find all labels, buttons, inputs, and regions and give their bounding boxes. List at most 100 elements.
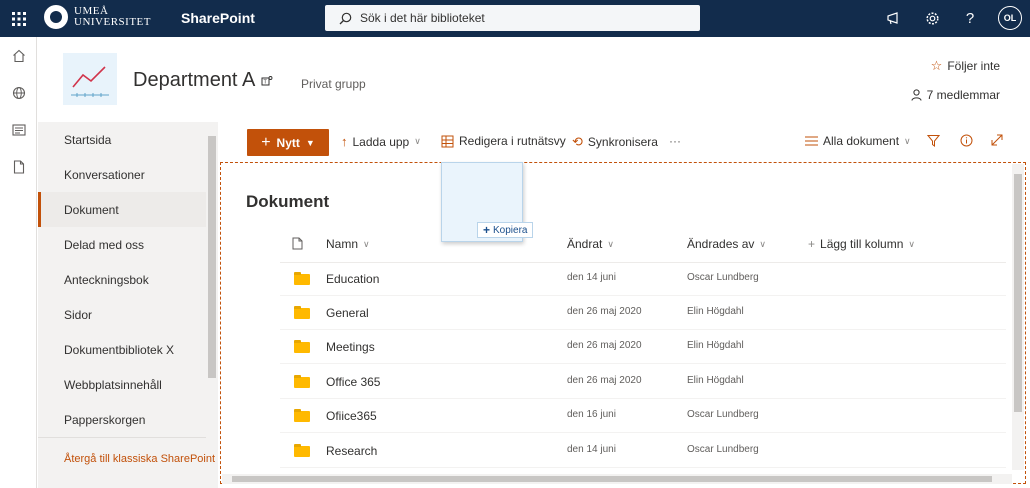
- nav-scrollbar[interactable]: [206, 122, 218, 440]
- grid-icon: [441, 135, 454, 147]
- nav-item-startsida[interactable]: Startsida: [38, 122, 218, 157]
- classic-sharepoint-link[interactable]: Återgå till klassiska SharePoint: [38, 437, 218, 466]
- site-navigation: Startsida Konversationer Dokument Delad …: [38, 122, 218, 488]
- add-column-button[interactable]: + Lägg till kolumn ∨: [808, 237, 915, 251]
- copy-label: Kopiera: [493, 224, 528, 236]
- folder-icon: [294, 375, 310, 388]
- globe-icon[interactable]: [0, 74, 37, 111]
- app-launcher-icon[interactable]: [0, 0, 37, 37]
- copy-drag-badge: + Kopiera: [477, 222, 534, 238]
- row-modified: den 16 juni: [567, 409, 616, 420]
- search-icon: [339, 12, 352, 24]
- nav-item-webbplatsinnehall[interactable]: Webbplatsinnehåll: [38, 367, 218, 402]
- site-logo[interactable]: [63, 53, 117, 105]
- name-column-header[interactable]: Namn ∨: [326, 237, 370, 251]
- person-icon: [911, 89, 922, 101]
- modified-column-label: Ändrat: [567, 237, 603, 251]
- user-avatar[interactable]: OL: [998, 6, 1022, 30]
- content-horizontal-scrollbar[interactable]: [222, 474, 1012, 484]
- row-modified-by: Elin Högdahl: [687, 375, 744, 386]
- table-row[interactable]: General den 26 maj 2020 Elin Högdahl: [280, 296, 1006, 330]
- nav-item-dokumentbibliotek-x[interactable]: Dokumentbibliotek X: [38, 332, 218, 367]
- nav-scrollbar-thumb[interactable]: [208, 136, 216, 378]
- home-icon[interactable]: [0, 37, 37, 74]
- site-header: Department A T Privat grupp ☆ Följer int…: [38, 37, 1030, 122]
- more-button[interactable]: ···: [669, 134, 681, 148]
- modified-by-column-label: Ändrades av: [687, 237, 755, 251]
- nav-item-konversationer[interactable]: Konversationer: [38, 157, 218, 192]
- file-icon[interactable]: [0, 148, 37, 185]
- upload-button[interactable]: ↑ Ladda upp ∨: [341, 134, 421, 149]
- star-icon: ☆: [930, 58, 943, 73]
- plus-icon: +: [261, 133, 271, 151]
- row-modified: den 26 maj 2020: [567, 375, 642, 386]
- chevron-down-icon: ∨: [904, 135, 911, 146]
- row-name[interactable]: Meetings: [326, 340, 375, 354]
- sharepoint-brand-link[interactable]: SharePoint: [181, 10, 255, 26]
- folder-icon: [294, 409, 310, 422]
- name-column-label: Namn: [326, 237, 359, 251]
- nav-item-dokument[interactable]: Dokument: [38, 192, 218, 227]
- nav-item-delad-med-oss[interactable]: Delad med oss: [38, 227, 218, 262]
- members-label: 7 medlemmar: [926, 88, 1000, 102]
- teams-icon[interactable]: T: [261, 75, 273, 87]
- grid-edit-button[interactable]: Redigera i rutnätsvy: [441, 134, 566, 148]
- info-icon[interactable]: [960, 134, 973, 147]
- sync-button[interactable]: ⟲ Synkronisera: [572, 134, 658, 150]
- table-row[interactable]: Education den 14 juni Oscar Lundberg: [280, 262, 1006, 296]
- search-input[interactable]: [360, 11, 680, 25]
- table-row[interactable]: Research den 14 juni Oscar Lundberg: [280, 434, 1006, 468]
- expand-icon[interactable]: [991, 134, 1003, 146]
- row-modified: den 26 maj 2020: [567, 306, 642, 317]
- add-column-label: Lägg till kolumn: [820, 237, 904, 251]
- row-modified: den 14 juni: [567, 272, 616, 283]
- megaphone-icon[interactable]: [884, 5, 904, 31]
- view-label: Alla dokument: [823, 134, 900, 148]
- modified-column-header[interactable]: Ändrat ∨: [567, 237, 614, 251]
- university-logo[interactable]: UMEÅ UNIVERSITET: [44, 5, 151, 29]
- new-button-label: Nytt: [276, 135, 300, 150]
- site-title[interactable]: Department A: [133, 69, 255, 92]
- row-modified-by: Elin Högdahl: [687, 340, 744, 351]
- folder-icon: [294, 444, 310, 457]
- content-vertical-scrollbar[interactable]: [1012, 164, 1024, 470]
- row-name[interactable]: Office 365: [326, 375, 380, 389]
- table-row[interactable]: Office 365 den 26 maj 2020 Elin Högdahl: [280, 365, 1006, 399]
- modified-by-column-header[interactable]: Ändrades av ∨: [687, 237, 766, 251]
- file-type-column-header[interactable]: [292, 237, 303, 250]
- members-button[interactable]: 7 medlemmar: [911, 88, 1000, 102]
- help-icon[interactable]: ?: [960, 5, 980, 31]
- row-name[interactable]: General: [326, 306, 369, 320]
- folder-icon: [294, 340, 310, 353]
- row-name[interactable]: Ofiice365: [326, 409, 377, 423]
- seal-icon: [44, 5, 68, 29]
- table-row[interactable]: Ofiice365 den 16 juni Oscar Lundberg: [280, 399, 1006, 433]
- follow-button[interactable]: ☆ Följer inte: [931, 58, 1000, 74]
- row-modified-by: Oscar Lundberg: [687, 444, 759, 455]
- filter-icon[interactable]: [927, 134, 940, 147]
- chevron-down-icon: ∨: [607, 238, 614, 249]
- nav-item-papperskorgen[interactable]: Papperskorgen: [38, 402, 218, 437]
- settings-gear-icon[interactable]: [922, 5, 942, 31]
- content-vertical-scrollbar-thumb[interactable]: [1014, 174, 1022, 412]
- chevron-down-icon: ▼: [305, 137, 315, 148]
- row-modified: den 14 juni: [567, 444, 616, 455]
- document-icon: [292, 237, 303, 250]
- row-name[interactable]: Education: [326, 272, 379, 286]
- new-button[interactable]: + Nytt ▼: [247, 129, 329, 156]
- search-box[interactable]: [325, 5, 700, 31]
- row-name[interactable]: Research: [326, 444, 377, 458]
- chevron-down-icon: ∨: [363, 238, 370, 249]
- follow-label: Följer inte: [947, 59, 1000, 73]
- plus-icon: +: [808, 237, 816, 251]
- news-icon[interactable]: [0, 111, 37, 148]
- plus-icon: +: [483, 223, 491, 237]
- view-selector[interactable]: Alla dokument ∨: [805, 134, 911, 148]
- nav-item-sidor[interactable]: Sidor: [38, 297, 218, 332]
- logo-line2: UNIVERSITET: [74, 16, 151, 28]
- sync-label: Synkronisera: [587, 135, 658, 149]
- row-modified-by: Oscar Lundberg: [687, 409, 759, 420]
- content-horizontal-scrollbar-thumb[interactable]: [232, 476, 992, 482]
- nav-item-anteckningsbok[interactable]: Anteckningsbok: [38, 262, 218, 297]
- table-row[interactable]: Meetings den 26 maj 2020 Elin Högdahl: [280, 330, 1006, 364]
